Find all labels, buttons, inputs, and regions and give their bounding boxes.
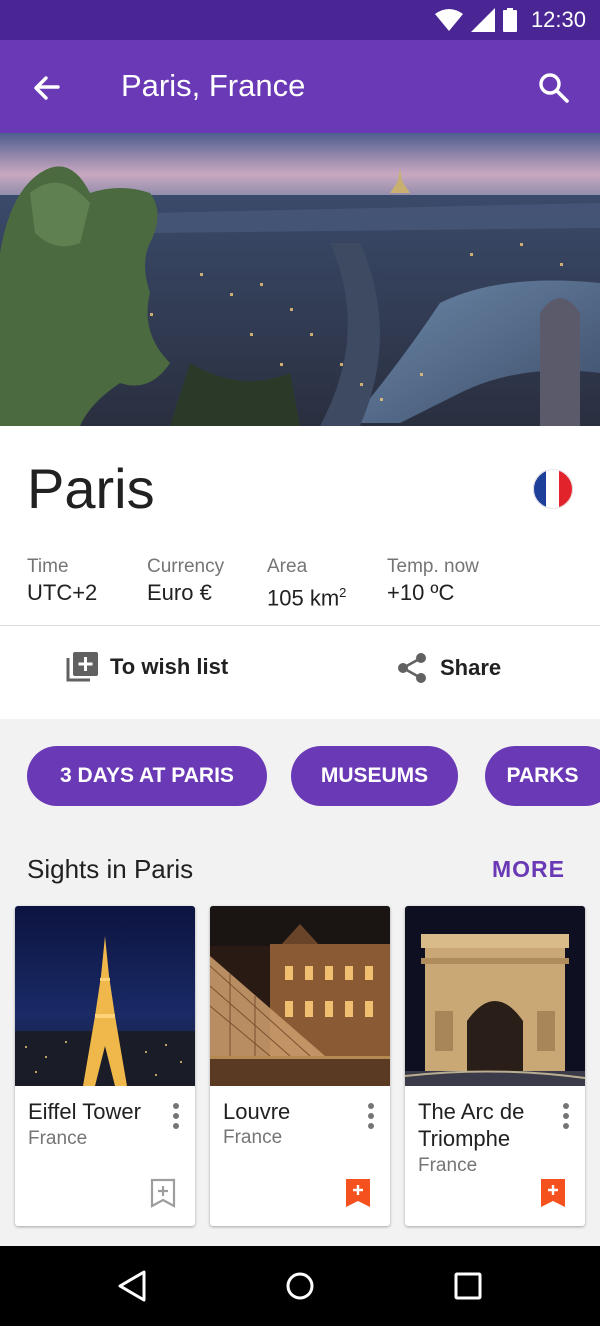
eiffel-tower-photo	[15, 906, 195, 1086]
fact-value: 105 km2	[267, 578, 387, 613]
more-vert-icon[interactable]	[171, 1102, 181, 1130]
city-name: Paris	[27, 457, 155, 520]
city-facts: Time UTC+2 Currency Euro € Area 105 km2 …	[27, 556, 507, 613]
sight-country: France	[28, 1128, 88, 1149]
share-label: Share	[440, 655, 502, 680]
fact-currency: Currency Euro €	[147, 556, 267, 613]
fact-label: Temp. now	[387, 556, 479, 577]
fact-label: Time	[27, 556, 69, 577]
search-icon[interactable]	[536, 70, 572, 106]
app-bar: Paris, France	[0, 40, 600, 133]
sight-country: France	[223, 1127, 283, 1148]
fact-label: Area	[267, 556, 308, 577]
hero-image	[0, 133, 600, 426]
arrow-back-icon[interactable]	[28, 70, 64, 106]
signal-icon	[470, 8, 495, 32]
divider	[0, 625, 600, 626]
bookmark-outline-icon[interactable]	[150, 1178, 176, 1208]
sight-card-arc-de-triomphe[interactable]: The Arc de Triomphe France	[405, 906, 585, 1226]
fact-area: Area 105 km2	[267, 556, 387, 613]
sight-card-louvre[interactable]: Louvre France	[210, 906, 390, 1226]
fact-value: +10 ºC	[387, 580, 455, 605]
system-navigation-bar	[0, 1246, 600, 1326]
category-chips: 3 DAYS AT PARIS MUSEUMS PARKS	[0, 746, 600, 806]
add-to-wish-list-button[interactable]: To wish list	[66, 652, 228, 682]
paris-skyline-illustration	[0, 133, 600, 426]
sight-name: Louvre	[223, 1099, 291, 1124]
sight-card-eiffel-tower[interactable]: Eiffel Tower France	[15, 906, 195, 1226]
page-title: Paris, France	[121, 68, 306, 103]
recents-nav-icon[interactable]	[450, 1268, 486, 1304]
more-link[interactable]: MORE	[492, 856, 565, 883]
area-value: 105 km	[267, 585, 340, 611]
france-flag-icon	[533, 469, 573, 509]
fact-time: Time UTC+2	[27, 556, 147, 613]
fact-temperature: Temp. now +10 ºC	[387, 556, 507, 613]
chip-parks[interactable]: PARKS	[485, 746, 600, 806]
fact-value: Euro €	[147, 580, 212, 605]
battery-icon	[502, 8, 517, 32]
bookmark-filled-icon[interactable]	[345, 1178, 371, 1208]
status-time: 12:30	[530, 7, 586, 32]
wifi-icon	[434, 9, 463, 31]
more-vert-icon[interactable]	[366, 1102, 376, 1130]
area-unit-superscript: 2	[339, 585, 347, 600]
share-icon	[398, 653, 426, 683]
chip-museums[interactable]: MUSEUMS	[291, 746, 458, 806]
fact-label: Currency	[147, 556, 225, 577]
back-nav-icon[interactable]	[114, 1268, 150, 1304]
louvre-photo	[210, 906, 390, 1086]
status-bar: 12:30	[0, 0, 600, 40]
sight-name: Eiffel Tower	[28, 1099, 141, 1124]
sight-name: The Arc de Triomphe	[418, 1099, 525, 1151]
share-button[interactable]: Share	[396, 652, 501, 684]
home-nav-icon[interactable]	[282, 1268, 318, 1304]
section-title: Sights in Paris	[27, 854, 194, 884]
sight-country: France	[418, 1155, 478, 1176]
bookmark-filled-icon[interactable]	[540, 1178, 566, 1208]
city-info-card: Paris Time UTC+2 Currency Euro € Area 10…	[0, 426, 600, 719]
wish-list-label: To wish list	[110, 654, 229, 679]
fact-value: UTC+2	[27, 580, 98, 605]
more-vert-icon[interactable]	[561, 1102, 571, 1130]
arc-de-triomphe-photo	[405, 906, 585, 1086]
chip-3-days[interactable]: 3 DAYS AT PARIS	[27, 746, 267, 806]
playlist-add-icon	[66, 652, 98, 682]
